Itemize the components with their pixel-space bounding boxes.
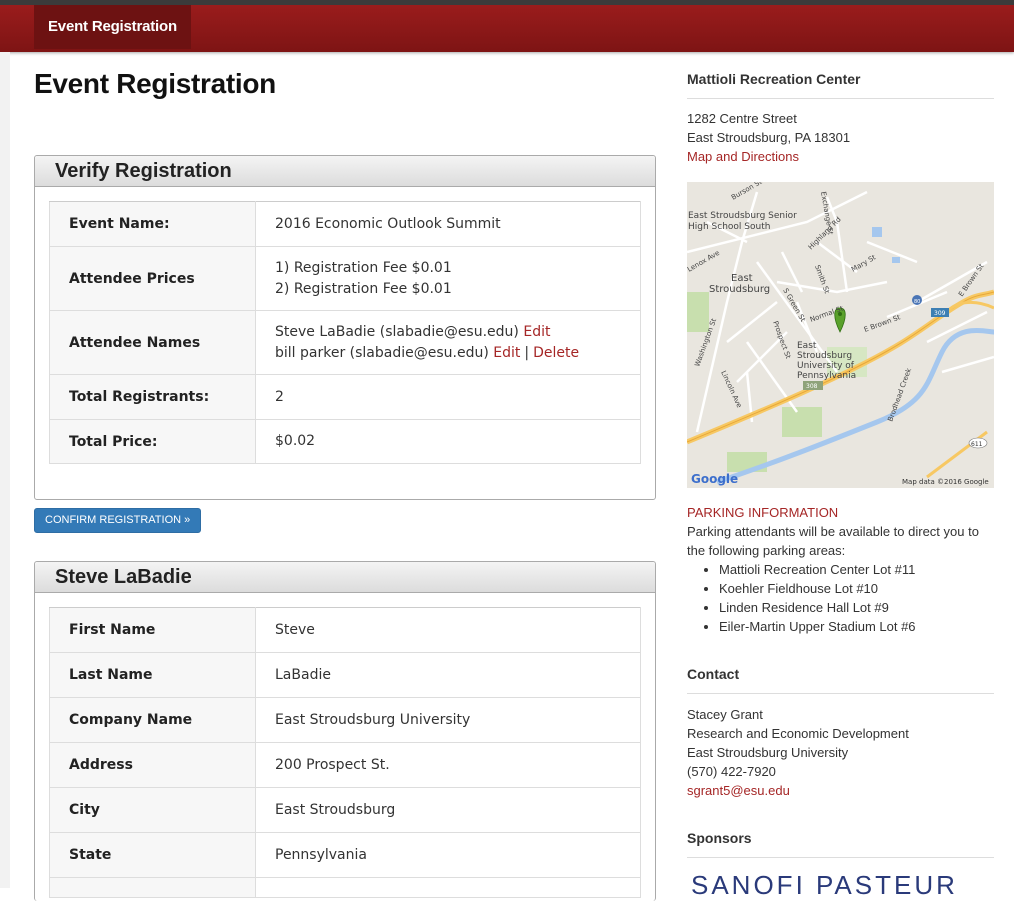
list-item: Mattioli Recreation Center Lot #11 (719, 560, 994, 579)
contact-phone: (570) 422-7920 (687, 764, 776, 779)
map-label-univ3: University of (797, 361, 855, 371)
map-graphic: East Stroudsburg Senior High School Sout… (687, 182, 994, 488)
city-label: City (49, 787, 256, 833)
attendee-prices-value: 1) Registration Fee $0.01 2) Registratio… (255, 246, 641, 311)
map-shield-308: 308 (806, 383, 818, 390)
map-shield-80: 80 (914, 299, 920, 305)
total-registrants-value: 2 (255, 374, 641, 420)
total-registrants-label: Total Registrants: (49, 374, 256, 420)
last-name-value: LaBadie (255, 652, 641, 698)
attendee-1-edit-link[interactable]: Edit (523, 324, 550, 340)
table-row: Address 200 Prospect St. (49, 742, 641, 788)
list-item: Eiler-Martin Upper Stadium Lot #6 (719, 617, 994, 636)
table-row: Event Name: 2016 Economic Outlook Summit (49, 201, 641, 247)
table-row: Total Price: $0.02 (49, 419, 641, 464)
state-label: State (49, 832, 256, 878)
contact-org: East Stroudsburg University (687, 745, 849, 760)
map-label-highschool2: High School South (688, 222, 770, 232)
venue-title: Mattioli Recreation Center (687, 71, 861, 87)
verify-panel-heading: Verify Registration (35, 156, 655, 187)
event-name-label: Event Name: (49, 201, 256, 247)
nav-brand-link[interactable]: Event Registration (34, 5, 191, 49)
map-shield-309: 309 (934, 310, 946, 317)
table-row: First Name Steve (49, 607, 641, 653)
attendee-panel-heading: Steve LaBadie (35, 562, 655, 593)
contact-dept: Research and Economic Development (687, 726, 909, 741)
table-row: City East Stroudsburg (49, 787, 641, 833)
table-row: Last Name LaBadie (49, 652, 641, 698)
verify-table: Event Name: 2016 Economic Outlook Summit… (49, 201, 641, 464)
location-map[interactable]: East Stroudsburg Senior High School Sout… (687, 182, 994, 488)
venue-address: 1282 Centre Street East Stroudsburg, PA … (687, 109, 850, 166)
left-gutter (0, 52, 10, 888)
table-row: Company Name East Stroudsburg University (49, 697, 641, 743)
state-value: Pennsylvania (255, 832, 641, 878)
city-value: East Stroudsburg (255, 787, 641, 833)
attendee-1-line: Steve LaBadie (slabadie@esu.edu) Edit (275, 322, 640, 343)
divider (687, 98, 994, 99)
list-item: Koehler Fieldhouse Lot #10 (719, 579, 994, 598)
total-price-label: Total Price: (49, 419, 256, 464)
map-label-univ1: East (797, 341, 817, 351)
attendee-panel: Steve LaBadie First Name Steve Last Name… (34, 561, 656, 901)
page-title: Event Registration (34, 68, 276, 99)
total-price-value: $0.02 (255, 419, 641, 464)
attendee-2-name: bill parker (slabadie@esu.edu) (275, 344, 489, 361)
verify-registration-panel: Verify Registration Event Name: 2016 Eco… (34, 155, 656, 500)
link-separator: | (524, 344, 530, 361)
map-label-univ4: Pennsylvania (797, 371, 856, 381)
attendee-names-value: Steve LaBadie (slabadie@esu.edu) Edit bi… (255, 310, 641, 375)
event-name-value: 2016 Economic Outlook Summit (255, 201, 641, 247)
company-name-value: East Stroudsburg University (255, 697, 641, 743)
map-label-univ2: Stroudsburg (797, 351, 852, 361)
map-shield-611: 611 (971, 441, 983, 448)
contact-title: Contact (687, 666, 740, 682)
confirm-registration-button[interactable]: CONFIRM REGISTRATION » (34, 508, 202, 533)
sponsors-title: Sponsors (687, 830, 752, 846)
price-line-1: 1) Registration Fee $0.01 (275, 259, 452, 276)
first-name-value: Steve (255, 607, 641, 653)
map-directions-link[interactable]: Map and Directions (687, 149, 799, 164)
venue-address-line-2: East Stroudsburg, PA 18301 (687, 130, 851, 145)
attendee-prices-label: Attendee Prices (49, 246, 256, 311)
address-label: Address (49, 742, 256, 788)
parking-intro: Parking attendants will be available to … (687, 524, 979, 558)
venue-address-line-1: 1282 Centre Street (687, 111, 797, 126)
parking-info: PARKING INFORMATION Parking attendants w… (687, 503, 994, 636)
contact-details: Stacey Grant Research and Economic Devel… (687, 705, 909, 800)
divider (687, 693, 994, 694)
list-item: Linden Residence Hall Lot #9 (719, 598, 994, 617)
map-label-town2: Stroudsburg (709, 284, 770, 295)
table-row: Attendee Prices 1) Registration Fee $0.0… (49, 246, 641, 311)
sanofi-pasteur-logo[interactable]: SANOFI PASTEUR (691, 870, 958, 901)
attendee-1-name: Steve LaBadie (slabadie@esu.edu) (275, 323, 519, 340)
attendee-names-label: Attendee Names (49, 310, 256, 375)
contact-email-link[interactable]: sgrant5@esu.edu (687, 783, 790, 798)
top-navbar: Event Registration (0, 0, 1014, 52)
attendee-2-edit-link[interactable]: Edit (493, 345, 520, 361)
parking-title: PARKING INFORMATION (687, 505, 839, 520)
map-attribution: Map data ©2016 Google (902, 478, 989, 486)
table-row: Attendee Names Steve LaBadie (slabadie@e… (49, 310, 641, 375)
map-label-highschool1: East Stroudsburg Senior (688, 211, 797, 221)
last-name-label: Last Name (49, 652, 256, 698)
table-row: State Pennsylvania (49, 832, 641, 878)
parking-lots-list: Mattioli Recreation Center Lot #11 Koehl… (687, 560, 994, 636)
google-logo: Google (691, 472, 738, 486)
table-row: Total Registrants: 2 (49, 374, 641, 420)
contact-name: Stacey Grant (687, 707, 763, 722)
divider (687, 857, 994, 858)
attendee-2-line: bill parker (slabadie@esu.edu) Edit | Dele… (275, 343, 640, 364)
price-line-2: 2) Registration Fee $0.01 (275, 280, 452, 297)
attendee-table: First Name Steve Last Name LaBadie Compa… (49, 607, 641, 898)
address-value: 200 Prospect St. (255, 742, 641, 788)
company-name-label: Company Name (49, 697, 256, 743)
map-label-town1: East (731, 273, 753, 284)
first-name-label: First Name (49, 607, 256, 653)
attendee-2-delete-link[interactable]: Delete (533, 345, 579, 361)
